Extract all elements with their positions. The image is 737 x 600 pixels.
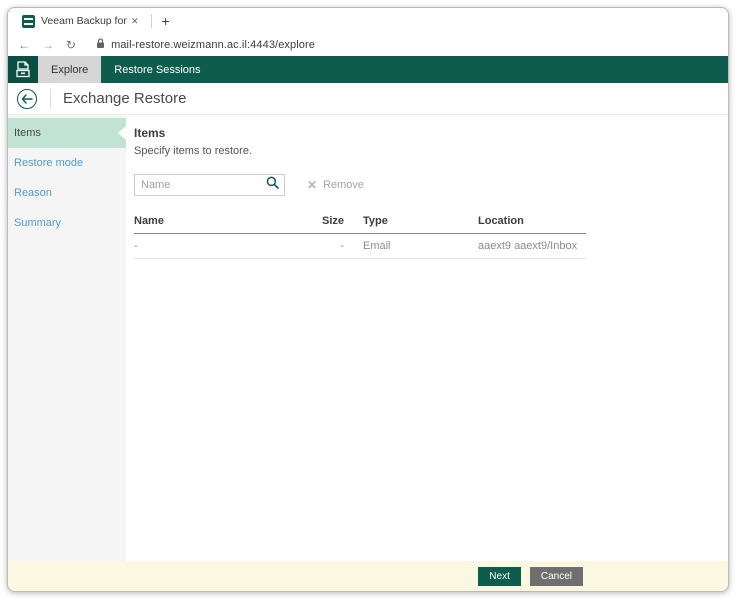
remove-x-icon: ✕ xyxy=(307,178,317,192)
tab-explore-label: Explore xyxy=(51,64,88,76)
tab-restore-sessions[interactable]: Restore Sessions xyxy=(101,56,213,83)
wizard-body: Items Restore mode Reason Summary Items … xyxy=(8,115,728,561)
cancel-button[interactable]: Cancel xyxy=(530,567,583,586)
browser-reload-icon[interactable]: ↻ xyxy=(66,38,76,52)
step-restore-mode-label: Restore mode xyxy=(14,157,83,169)
veeam-app-logo-icon xyxy=(8,56,38,83)
items-table: Name Size Type Location - - Email aaext9… xyxy=(134,211,586,259)
tab-explore[interactable]: Explore xyxy=(38,56,101,83)
items-toolbar: ✕ Remove xyxy=(134,174,728,196)
browser-back-icon[interactable]: ← xyxy=(18,38,30,52)
browser-address-bar: ← → ↻ mail-restore.weizmann.ac.il:4443/e… xyxy=(8,34,728,56)
app-navbar: Explore Restore Sessions xyxy=(8,56,728,83)
tab-restore-sessions-label: Restore Sessions xyxy=(114,64,200,76)
step-summary[interactable]: Summary xyxy=(8,208,126,238)
name-search-box xyxy=(134,174,285,196)
search-icon[interactable] xyxy=(266,176,279,194)
page-title: Exchange Restore xyxy=(63,90,186,107)
column-header-size[interactable]: Size xyxy=(309,211,344,234)
new-tab-icon[interactable]: + xyxy=(162,14,170,28)
browser-tab-title[interactable]: Veeam Backup for Microsoft 36 xyxy=(41,15,127,27)
url-text[interactable]: mail-restore.weizmann.ac.il:4443/explore xyxy=(111,39,315,51)
step-reason[interactable]: Reason xyxy=(8,178,126,208)
wizard-steps-sidebar: Items Restore mode Reason Summary xyxy=(8,115,126,561)
veeam-favicon-icon xyxy=(22,15,35,28)
table-row[interactable]: - - Email aaext9 aaext9/Inbox xyxy=(134,234,586,259)
column-header-location[interactable]: Location xyxy=(478,211,586,234)
page-header: Exchange Restore xyxy=(8,83,728,115)
step-restore-mode[interactable]: Restore mode xyxy=(8,148,126,178)
content-heading: Items xyxy=(134,126,728,140)
name-search-input[interactable] xyxy=(135,179,266,191)
browser-tab-strip: Veeam Backup for Microsoft 36 ✕ + xyxy=(8,8,728,34)
back-button[interactable] xyxy=(17,89,37,109)
browser-forward-icon[interactable]: → xyxy=(42,38,54,52)
wizard-footer: Next Cancel xyxy=(8,561,728,591)
tab-separator xyxy=(151,14,152,28)
step-items-label: Items xyxy=(14,127,41,139)
column-header-name[interactable]: Name xyxy=(134,211,309,234)
next-button[interactable]: Next xyxy=(478,567,521,586)
column-header-type[interactable]: Type xyxy=(344,211,478,234)
cell-name: - xyxy=(134,234,309,259)
header-divider xyxy=(50,89,51,109)
remove-button-label: Remove xyxy=(323,179,364,191)
step-reason-label: Reason xyxy=(14,187,52,199)
cell-type: Email xyxy=(344,234,478,259)
step-summary-label: Summary xyxy=(14,217,61,229)
browser-window: Veeam Backup for Microsoft 36 ✕ + ← → ↻ … xyxy=(7,7,729,592)
cell-size: - xyxy=(309,234,344,259)
https-lock-icon xyxy=(96,36,105,54)
cell-location: aaext9 aaext9/Inbox xyxy=(478,234,586,259)
tab-close-icon[interactable]: ✕ xyxy=(131,16,139,27)
items-table-header-row: Name Size Type Location xyxy=(134,211,586,234)
content-subheading: Specify items to restore. xyxy=(134,145,728,157)
wizard-content: Items Specify items to restore. ✕ Remove xyxy=(126,115,728,561)
step-items[interactable]: Items xyxy=(8,118,126,148)
remove-button[interactable]: ✕ Remove xyxy=(307,178,364,192)
